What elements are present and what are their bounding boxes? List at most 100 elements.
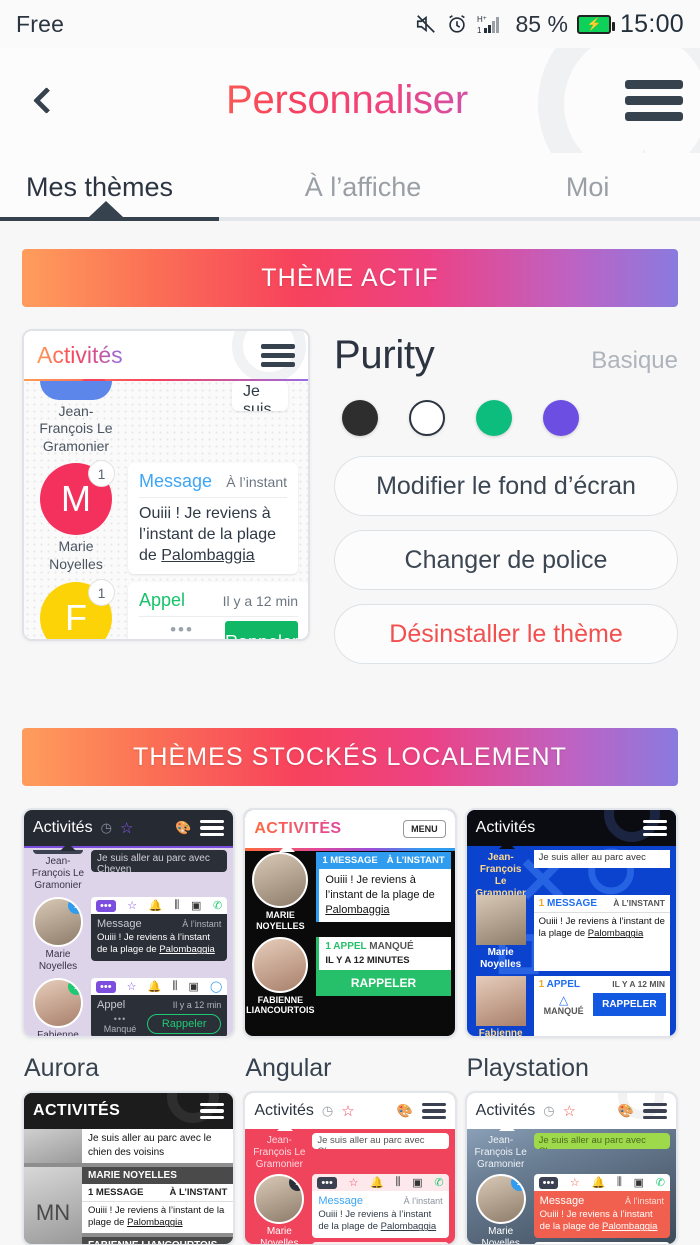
phone-icon[interactable]: ✆ [434, 1176, 443, 1189]
theme-card-photo[interactable]: Jean-François Le Gramonier Je suis aller… [464, 1091, 678, 1245]
palette-icon[interactable]: 🎨 [175, 820, 191, 836]
theme-card-aurora[interactable]: Jean-François Le Gramonier Je suis aller… [22, 808, 236, 1083]
call-count: 1 [538, 979, 545, 990]
bell-icon[interactable]: 🔔 [149, 899, 163, 912]
unread-badge: 1 [68, 899, 81, 914]
color-swatch-black[interactable] [342, 400, 378, 436]
palette-icon[interactable]: 🎨 [396, 1103, 412, 1119]
star-icon[interactable]: ☆ [563, 1102, 576, 1120]
hamburger-icon-line [625, 96, 683, 105]
theme-thumbnail[interactable]: Jean-François Le Gramonier Je suis aller… [464, 1091, 678, 1245]
star-icon[interactable]: ☆ [349, 1176, 359, 1189]
more-icon[interactable]: ••• [96, 899, 116, 912]
equalizer-icon[interactable]: ⫼ [172, 980, 177, 993]
circle-icon[interactable]: ◯ [210, 980, 222, 993]
theme-name-label: Aurora [24, 1054, 100, 1082]
hamburger-icon[interactable] [200, 819, 225, 837]
callback-button[interactable]: Rappeler [147, 1014, 222, 1034]
callback-button[interactable]: RAPPELER [316, 969, 451, 996]
star-icon[interactable]: ☆ [341, 1102, 354, 1120]
theme-thumbnail[interactable]: Jean-François Le Gramonier Je suis aller… [464, 808, 678, 1038]
equalizer-icon[interactable]: ⫼ [396, 1176, 401, 1189]
thumb-avatar-col: Marie Noyelles [473, 895, 529, 971]
change-font-button[interactable]: Changer de police [334, 530, 678, 590]
menu-button[interactable] [608, 80, 700, 121]
contact-name: Jean-François Le Gramonier [31, 856, 85, 891]
tab-moi[interactable]: Moi [475, 153, 700, 221]
thumb-body: MARIE NOYELLES 1 MESSAGE À L’INSTANT Oui… [245, 846, 454, 1036]
bell-icon[interactable]: 🔔 [591, 1176, 605, 1189]
menu-button[interactable]: MENU [403, 820, 446, 838]
missed-dots: ••• [170, 620, 194, 640]
callback-button[interactable]: Rappeler [225, 621, 299, 639]
message-bubble: Message À l’instant Ouiii ! Je reviens à… [91, 914, 228, 961]
theme-card-playstation[interactable]: Jean-François Le Gramonier Je suis aller… [464, 808, 678, 1083]
star-icon[interactable]: ☆ [120, 819, 133, 837]
star-icon[interactable]: ☆ [127, 980, 137, 993]
theme-card-grayscale[interactable]: Je suis aller au parc avec le chien des … [22, 1091, 236, 1245]
thumb-row: Marie Noyelles 1 MESSAGE À L’INSTANT Oui… [473, 895, 670, 971]
theme-card-red[interactable]: Jean-François Le Gramonier Je suis aller… [243, 1091, 457, 1245]
preview-avatar-column: F 1 Fabienne Liancourtois [34, 580, 118, 639]
camera-icon[interactable]: ▣ [189, 980, 199, 993]
theme-thumbnail[interactable]: Jean-François Le Gramonier Je suis aller… [22, 808, 236, 1038]
preview-avatar-column: M 1 Marie Noyelles [34, 461, 118, 574]
more-icon[interactable]: ••• [538, 1176, 559, 1189]
theme-card-angular[interactable]: MARIE NOYELLES 1 MESSAGE À L’INSTANT Oui… [243, 808, 457, 1083]
thumb-app-title: ACTIVITÉS [254, 820, 342, 837]
clock-icon[interactable]: ◷ [101, 820, 112, 836]
thumb-avatar-col: Jean-François Le Gramonier [251, 1133, 307, 1170]
clock-icon[interactable]: ◷ [543, 1103, 554, 1119]
thumb-topbar: ACTIVITÉS MENU [245, 810, 455, 848]
equalizer-icon[interactable]: ⫼ [617, 1176, 622, 1189]
page-title: Personnaliser [86, 78, 608, 123]
tab-mes-themes[interactable]: Mes thèmes [0, 153, 251, 221]
phone-icon[interactable]: ✆ [656, 1176, 665, 1189]
camera-icon[interactable]: ▣ [412, 1176, 422, 1189]
hamburger-icon[interactable] [642, 819, 667, 837]
color-swatch-green[interactable] [476, 400, 512, 436]
change-wallpaper-button[interactable]: Modifier le fond d’écran [334, 456, 678, 516]
phone-icon[interactable]: ✆ [213, 899, 222, 912]
more-icon[interactable]: ••• [317, 1176, 337, 1189]
equalizer-icon[interactable]: ⫼ [174, 899, 179, 912]
bubble-header: Message À l’instant [97, 918, 221, 930]
back-button[interactable] [0, 48, 86, 153]
color-swatch-white[interactable] [409, 400, 445, 436]
chevron-left-icon [32, 87, 60, 114]
thumb-topbar-icons: 🎨 [175, 819, 225, 837]
thumb-row: Jean-François Le Gramonier Je suis aller… [251, 1133, 449, 1170]
uninstall-theme-button[interactable]: Désinstaller le thème [334, 604, 678, 664]
bubble-text: Ouiii ! Je reviens à l’instant de la pla… [318, 1207, 442, 1234]
bubble-header: Message À l’instant [318, 1195, 442, 1207]
hamburger-icon[interactable] [642, 1102, 667, 1120]
bell-icon[interactable]: 🔔 [370, 1176, 384, 1189]
theme-thumbnail[interactable]: MARIE NOYELLES 1 MESSAGE À L’INSTANT Oui… [243, 808, 457, 1038]
palette-icon[interactable]: 🎨 [618, 1103, 634, 1119]
message-badge: 1 MESSAGE [88, 1187, 144, 1198]
preview-list-item: M 1 Marie Noyelles Message À l’instant O… [34, 461, 298, 575]
bubble-header: Appel Il y a 12 min [139, 590, 299, 618]
thumb-topbar-icons: 🎨 [396, 1102, 446, 1120]
theme-thumbnail[interactable]: Jean-François Le Gramonier Je suis aller… [243, 1091, 457, 1245]
carrier-label: Free [16, 10, 65, 37]
preview-hamburger-icon[interactable] [261, 343, 295, 367]
clock-icon[interactable]: ◷ [322, 1103, 333, 1119]
hamburger-icon[interactable] [421, 1102, 446, 1120]
star-icon[interactable]: ☆ [127, 899, 137, 912]
thumb-row: Jean-François Le Gramonier Je suis aller… [30, 850, 228, 892]
bell-icon[interactable]: 🔔 [148, 980, 162, 993]
thumb-cut-message: Je suis aller au parc avec Cheyen [533, 1133, 670, 1149]
color-swatch-purple[interactable] [543, 400, 579, 436]
star-icon[interactable]: ☆ [570, 1176, 580, 1189]
camera-icon[interactable]: ▣ [634, 1176, 644, 1189]
tab-a-laffiche[interactable]: À l’affiche [251, 153, 476, 221]
callback-button[interactable]: RAPPELER [592, 993, 666, 1016]
camera-icon[interactable]: ▣ [191, 899, 201, 912]
triangle-icon: △ [559, 992, 569, 1007]
hamburger-icon[interactable] [200, 1102, 225, 1120]
theme-thumbnail[interactable]: Je suis aller au parc avec le chien des … [22, 1091, 236, 1245]
bubble-text-link: Palombaggia [161, 546, 255, 564]
active-theme-preview[interactable]: Jean-François Le Gramonier Je suis aller… [22, 329, 310, 641]
more-icon[interactable]: ••• [96, 980, 116, 993]
